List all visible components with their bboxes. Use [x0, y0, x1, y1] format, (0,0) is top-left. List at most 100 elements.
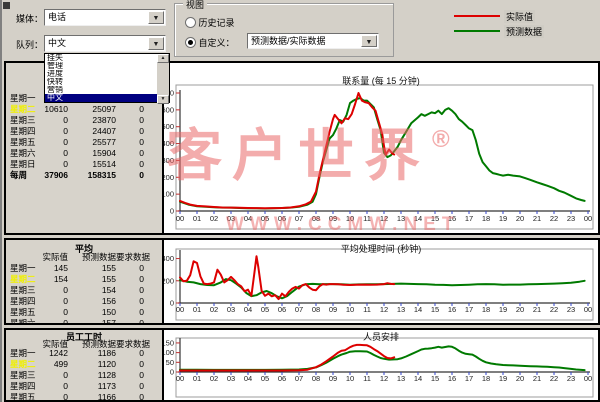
table-row[interactable]: 星期一124211860: [6, 348, 162, 359]
value-cell: 0: [116, 159, 144, 170]
actual-legend-line: [454, 15, 500, 17]
value-cell: 155: [68, 274, 116, 285]
x-tick-label: 12: [380, 374, 388, 383]
x-tick-label: 14: [414, 214, 422, 223]
x-tick-label: 21: [533, 214, 541, 223]
average-chart: 平均处理时间 (秒钟) 0200400000102030405060708091…: [164, 240, 598, 323]
value-cell: 15514: [68, 159, 116, 170]
average-table: 平均实际值预测数据要求数据星期一1451550星期二1541550星期三0154…: [6, 240, 164, 323]
history-radio-label: 历史记录: [199, 18, 235, 28]
queue-option[interactable]: 快转: [45, 78, 156, 86]
x-tick-label: 00: [176, 374, 184, 383]
table-row[interactable]: 星期六0159040: [6, 148, 162, 159]
value-cell: 0: [30, 318, 68, 323]
queue-select[interactable]: 中文 ▼: [44, 35, 166, 52]
window-corner-icon: [3, 2, 10, 9]
table-row[interactable]: 星期三011280: [6, 370, 162, 381]
x-tick-label: 13: [397, 374, 405, 383]
x-tick-label: 09: [329, 214, 337, 223]
queue-option[interactable]: 中文: [45, 94, 169, 102]
chevron-down-icon[interactable]: ▼: [148, 37, 164, 50]
x-tick-label: 15: [431, 305, 439, 314]
queue-label: 队列：: [16, 38, 43, 51]
value-cell: 0: [30, 381, 68, 392]
table-row[interactable]: 星期三01540: [6, 285, 162, 296]
value-cell: 15904: [68, 148, 116, 159]
x-tick-label: 23: [567, 374, 575, 383]
table-row[interactable]: 星期三0238700: [6, 115, 162, 126]
x-tick-label: 02: [210, 374, 218, 383]
table-row[interactable]: 星期日0155140: [6, 159, 162, 170]
x-tick-label: 04: [244, 374, 252, 383]
dropdown-scrollbar[interactable]: ▲ ▼: [157, 54, 169, 102]
chevron-down-icon[interactable]: ▼: [361, 35, 377, 47]
value-cell: 0: [116, 348, 144, 359]
table-row[interactable]: 星期一1451550: [6, 263, 162, 274]
custom-view-select[interactable]: 预测数据/实际数据 ▼: [247, 33, 379, 49]
value-cell: 0: [116, 296, 144, 307]
table-row[interactable]: 星期五0255770: [6, 137, 162, 148]
value-cell: 1242: [30, 348, 68, 359]
history-radio-row[interactable]: 历史记录: [185, 16, 235, 29]
media-value: 电话: [48, 12, 66, 22]
custom-radio-row[interactable]: 自定义：: [185, 36, 235, 49]
table-row[interactable]: 星期二1541550: [6, 274, 162, 285]
x-tick-label: 03: [227, 305, 235, 314]
scroll-down-icon[interactable]: ▼: [157, 95, 169, 104]
custom-radio[interactable]: [185, 37, 196, 48]
chart-title: 联系量 (每 15 分钟): [164, 74, 598, 87]
table-row[interactable]: 星期四0244070: [6, 126, 162, 137]
media-select[interactable]: 电话 ▼: [44, 9, 166, 26]
table-row[interactable]: 星期二49911200: [6, 359, 162, 370]
x-tick-label: 10: [346, 305, 354, 314]
y-tick-label: 400: [164, 139, 174, 148]
x-tick-label: 14: [414, 374, 422, 383]
table-row[interactable]: 星期二10610250970: [6, 104, 162, 115]
table-row[interactable]: 每周379061583150: [6, 170, 162, 181]
chart-title: 平均处理时间 (秒钟): [164, 242, 598, 255]
value-cell: 0: [116, 359, 144, 370]
x-tick-label: 19: [499, 305, 507, 314]
x-tick-label: 00: [584, 214, 592, 223]
value-cell: 0: [30, 285, 68, 296]
table-row[interactable]: 星期六01570: [6, 318, 162, 323]
value-cell: 0: [116, 126, 144, 137]
value-cell: 0: [116, 263, 144, 274]
value-cell: 0: [116, 381, 144, 392]
x-tick-label: 15: [431, 214, 439, 223]
x-tick-label: 06: [278, 374, 286, 383]
queue-option[interactable]: 管理: [45, 62, 156, 70]
value-cell: 0: [30, 148, 68, 159]
average-panel: 平均实际值预测数据要求数据星期一1451550星期二1541550星期三0154…: [4, 238, 600, 325]
chevron-down-icon[interactable]: ▼: [148, 11, 164, 24]
y-tick-label: 500: [164, 122, 174, 131]
x-tick-label: 08: [312, 214, 320, 223]
y-tick-label: 400: [164, 254, 174, 263]
scroll-up-icon[interactable]: ▲: [157, 54, 169, 63]
x-tick-label: 23: [567, 214, 575, 223]
value-cell: 0: [116, 285, 144, 296]
x-tick-label: 16: [448, 214, 456, 223]
history-radio[interactable]: [185, 17, 196, 28]
table-row[interactable]: 星期四01560: [6, 296, 162, 307]
x-tick-label: 05: [261, 374, 269, 383]
value-cell: 0: [116, 318, 144, 323]
table-row[interactable]: 星期五01500: [6, 307, 162, 318]
value-cell: 0: [30, 370, 68, 381]
value-cell: 154: [68, 285, 116, 296]
queue-option[interactable]: 进度: [45, 70, 156, 78]
x-tick-label: 00: [176, 305, 184, 314]
queue-option[interactable]: 营销: [45, 86, 156, 94]
value-cell: 0: [116, 392, 144, 400]
y-tick-label: 600: [164, 105, 174, 114]
x-tick-label: 21: [533, 305, 541, 314]
value-cell: 0: [30, 159, 68, 170]
y-tick-label: 200: [164, 276, 174, 285]
table-row[interactable]: 星期四011730: [6, 381, 162, 392]
queue-option[interactable]: 挂失: [45, 54, 156, 62]
table-row[interactable]: 星期五011660: [6, 392, 162, 400]
column-header: 实际值: [30, 252, 68, 263]
x-tick-label: 19: [499, 374, 507, 383]
value-cell: 0: [116, 148, 144, 159]
value-cell: 0: [116, 104, 144, 115]
